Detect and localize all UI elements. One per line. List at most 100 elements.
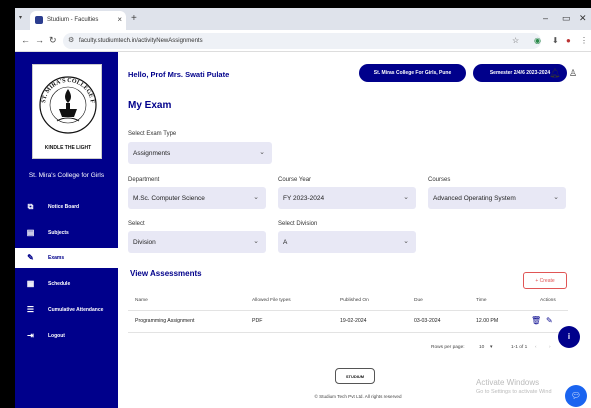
sidebar-item-label: Cumulative Attendance bbox=[48, 307, 104, 313]
exam-type-label: Select Exam Type bbox=[128, 131, 177, 137]
url-text: faculty.studiumtech.in/activityNewAssign… bbox=[79, 38, 203, 44]
info-fab-icon[interactable]: i bbox=[558, 326, 580, 348]
tab-title: Studium - Faculties bbox=[47, 17, 99, 23]
svg-text:ST. MIRA'S COLLEGE FOR GIRLS: ST. MIRA'S COLLEGE FOR GIRLS bbox=[33, 65, 95, 104]
sidebar-item-subjects[interactable]: ▤ Subjects bbox=[15, 223, 118, 243]
course-year-label: Course Year bbox=[278, 177, 312, 183]
chevron-down-icon: ⌄ bbox=[259, 149, 265, 156]
list-icon: ☰ bbox=[26, 305, 35, 314]
college-name: St. Mira's College for Girls bbox=[28, 172, 105, 179]
chevron-down-icon: ⌄ bbox=[253, 194, 259, 201]
main-content: Hello, Prof Mrs. Swati Pulate St. Miras … bbox=[118, 52, 591, 408]
tab-search-button[interactable]: ▾ bbox=[19, 14, 22, 21]
department-select[interactable]: M.Sc. Computer Science ⌄ bbox=[128, 187, 266, 209]
courses-value: Advanced Operating System bbox=[433, 195, 516, 202]
bookmark-star-icon[interactable]: ☆ bbox=[512, 36, 519, 45]
sidebar-item-exams[interactable]: ✎ Exams bbox=[15, 248, 118, 268]
cell-name: Programming Assignment bbox=[135, 318, 195, 324]
column-header-due: Due bbox=[414, 298, 423, 303]
header-divider bbox=[128, 310, 568, 311]
sidebar-item-label: Notice Board bbox=[48, 204, 80, 210]
prev-page-icon[interactable]: ‹ bbox=[535, 345, 537, 350]
activate-windows-subtitle: Go to Settings to activate Wind bbox=[476, 389, 552, 395]
sidebar-item-cumulative-attendance[interactable]: ☰ Cumulative Attendance bbox=[15, 300, 118, 320]
screen: ▾ Studium - Faculties × + – ▭ ✕ ← → ↻ ⚙ … bbox=[0, 0, 591, 408]
new-tab-button[interactable]: + bbox=[131, 13, 137, 24]
courses-label: Courses bbox=[428, 177, 451, 183]
user-icon[interactable]: ♙ bbox=[569, 68, 577, 79]
restore-button[interactable]: ▭ bbox=[562, 13, 571, 24]
pagination-range: 1-1 of 1 bbox=[511, 345, 528, 350]
bell-icon[interactable]: 🔔︎ bbox=[549, 68, 560, 79]
minimize-button[interactable]: – bbox=[543, 13, 548, 23]
logout-icon: ⇥ bbox=[27, 331, 34, 340]
chat-fab-icon[interactable]: 💬︎ bbox=[565, 385, 587, 407]
row-divider bbox=[128, 332, 568, 333]
department-label: Department bbox=[128, 177, 160, 183]
chevron-down-icon: ⌄ bbox=[253, 238, 259, 245]
column-header-time: Time bbox=[476, 298, 487, 303]
downloads-icon[interactable]: ⬇ bbox=[552, 36, 559, 45]
division-type-value: Division bbox=[133, 239, 156, 246]
division-label: Select Division bbox=[278, 221, 318, 227]
division-select[interactable]: A ⌄ bbox=[278, 231, 416, 253]
chevron-down-icon: ⌄ bbox=[553, 194, 559, 201]
cell-published: 19-02-2024 bbox=[340, 318, 367, 324]
sidebar-item-label: Subjects bbox=[48, 230, 69, 236]
reload-icon[interactable]: ↻ bbox=[49, 35, 57, 46]
sidebar-item-notice-board[interactable]: ⧉ Notice Board bbox=[15, 197, 118, 217]
sidebar-item-label: Schedule bbox=[48, 281, 71, 287]
column-header-file-types: Allowed File types bbox=[252, 298, 291, 303]
site-info-icon[interactable]: ⚙ bbox=[68, 36, 74, 44]
college-pill[interactable]: St. Miras College For Girls, Pune bbox=[359, 64, 466, 82]
column-header-actions: Actions bbox=[540, 298, 556, 303]
college-emblem-icon: ST. MIRA'S COLLEGE FOR GIRLS bbox=[33, 65, 97, 134]
college-logo: ST. MIRA'S COLLEGE FOR GIRLS KINDLE THE … bbox=[32, 64, 102, 159]
department-value: M.Sc. Computer Science bbox=[133, 195, 205, 202]
notice-icon: ⧉ bbox=[27, 202, 34, 211]
forward-arrow-icon[interactable]: → bbox=[35, 35, 44, 45]
sidebar-item-schedule[interactable]: ▦ Schedule bbox=[15, 274, 118, 294]
page-title: My Exam bbox=[128, 100, 172, 111]
chevron-down-icon: ⌄ bbox=[403, 238, 409, 245]
activate-windows-title: Activate Windows bbox=[476, 378, 540, 387]
column-header-published: Published On bbox=[340, 298, 369, 303]
favicon-icon bbox=[35, 16, 43, 24]
greeting: Hello, Prof Mrs. Swati Pulate bbox=[128, 70, 230, 79]
division-type-select[interactable]: Division ⌄ bbox=[128, 231, 266, 253]
tab-close-button[interactable]: × bbox=[117, 15, 122, 24]
cell-time: 12.00 PM bbox=[476, 318, 499, 324]
url-field[interactable]: ⚙ faculty.studiumtech.in/activityNewAssi… bbox=[63, 33, 541, 49]
browser-window: ▾ Studium - Faculties × + – ▭ ✕ ← → ↻ ⚙ … bbox=[15, 8, 591, 408]
chevron-down-icon: ▾ bbox=[490, 345, 493, 350]
active-tab[interactable]: Studium - Faculties × bbox=[30, 11, 126, 30]
back-arrow-icon[interactable]: ← bbox=[21, 35, 30, 45]
assessments-title: View Assessments bbox=[130, 269, 202, 278]
studium-logo: STUDIUM bbox=[335, 368, 375, 384]
course-year-select[interactable]: FY 2023-2024 ⌄ bbox=[278, 187, 416, 209]
sidebar-item-logout[interactable]: ⇥ Logout bbox=[15, 326, 118, 346]
close-window-button[interactable]: ✕ bbox=[579, 13, 587, 24]
rows-per-page-select[interactable]: 10 bbox=[479, 345, 484, 350]
menu-dots-icon[interactable]: ⋮ bbox=[580, 36, 588, 45]
profile-icon[interactable]: ● bbox=[566, 36, 571, 45]
tab-bar: ▾ Studium - Faculties × + – ▭ ✕ bbox=[15, 8, 591, 30]
exam-type-select[interactable]: Assignments ⌄ bbox=[128, 142, 272, 164]
cell-due: 03-03-2024 bbox=[414, 318, 441, 324]
extension-icon[interactable]: ◉ bbox=[534, 36, 541, 45]
courses-select[interactable]: Advanced Operating System ⌄ bbox=[428, 187, 566, 209]
copyright-text: © Studium Tech Pvt Ltd. All rights reser… bbox=[314, 394, 402, 399]
address-bar: ← → ↻ ⚙ faculty.studiumtech.in/activityN… bbox=[15, 30, 591, 52]
select-label: Select bbox=[128, 221, 145, 227]
next-page-icon[interactable]: › bbox=[549, 345, 551, 350]
column-header-name: Name bbox=[135, 298, 148, 303]
course-year-value: FY 2023-2024 bbox=[283, 195, 325, 202]
pencil-icon: ✎ bbox=[27, 253, 34, 262]
logo-motto: KINDLE THE LIGHT bbox=[44, 145, 92, 151]
book-icon: ▤ bbox=[26, 228, 35, 237]
chevron-down-icon: ⌄ bbox=[403, 194, 409, 201]
delete-icon[interactable]: 🗑︎ bbox=[531, 316, 541, 325]
create-button[interactable]: + Create bbox=[523, 272, 567, 289]
edit-pencil-icon[interactable]: ✎ bbox=[546, 316, 553, 325]
sidebar-item-label: Exams bbox=[48, 255, 65, 261]
